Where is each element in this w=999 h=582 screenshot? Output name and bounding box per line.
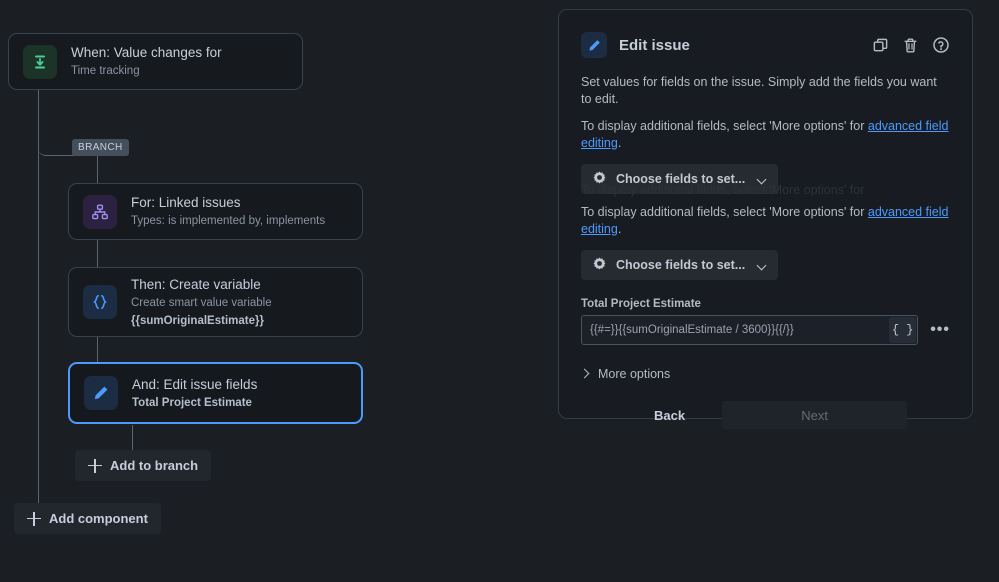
connector-branch-2	[97, 336, 98, 362]
edit-issue-config-panel: Edit issue	[558, 9, 973, 419]
add-to-branch-button[interactable]: Add to branch	[75, 450, 211, 481]
total-project-estimate-label: Total Project Estimate	[581, 298, 950, 310]
trash-icon[interactable]	[901, 36, 920, 55]
panel-description: Set values for fields on the issue. Simp…	[581, 74, 950, 108]
chevron-down-icon	[758, 175, 767, 184]
panel-hint-2: To display additional fields, select 'Mo…	[581, 204, 950, 238]
gear-icon	[592, 170, 607, 188]
add-component-label: Add component	[49, 511, 148, 526]
smart-value-button[interactable]: { }	[889, 317, 916, 343]
rule-node-for-linked-issues[interactable]: For: Linked issues Types: is implemented…	[68, 183, 363, 240]
panel-hint-prefix: To display additional fields, select 'Mo…	[581, 119, 868, 133]
rule-node-subtitle-secondary: {{sumOriginalEstimate}}	[131, 313, 272, 329]
smart-value-icon	[83, 285, 117, 319]
rule-node-title: Then: Create variable	[131, 276, 272, 293]
edit-pencil-icon	[84, 376, 118, 410]
panel-hint-1: To display additional fields, select 'Mo…	[581, 118, 950, 152]
total-project-estimate-row: {{#=}}{{sumOriginalEstimate / 3600}}{{/}…	[581, 315, 950, 345]
rule-canvas: When: Value changes for Time tracking BR…	[0, 0, 558, 582]
edit-pencil-icon	[581, 32, 607, 58]
add-component-button[interactable]: Add component	[14, 503, 161, 534]
choose-fields-label-1: Choose fields to set...	[616, 172, 745, 186]
automation-rule-builder-screen: When: Value changes for Time tracking BR…	[0, 0, 999, 582]
panel-hint-suffix: .	[618, 136, 621, 150]
connector-branch-1	[97, 240, 98, 268]
chevron-down-icon	[758, 261, 767, 270]
choose-fields-dropdown-2[interactable]: Choose fields to set...	[581, 250, 778, 280]
rule-node-subtitle: Types: is implemented by, implements	[131, 213, 325, 229]
more-options-label: More options	[598, 367, 670, 381]
panel-header-actions	[871, 36, 950, 55]
panel-header: Edit issue	[581, 30, 950, 60]
connector-to-add-branch	[132, 425, 133, 450]
linked-issues-icon	[83, 195, 117, 229]
rule-node-title: For: Linked issues	[131, 194, 325, 211]
panel-title: Edit issue	[619, 37, 690, 54]
help-icon[interactable]	[931, 36, 950, 55]
add-to-branch-label: Add to branch	[110, 458, 198, 473]
branch-label: BRANCH	[72, 139, 129, 156]
rule-node-trigger[interactable]: When: Value changes for Time tracking	[8, 33, 303, 90]
copy-icon[interactable]	[871, 36, 890, 55]
time-tracking-icon	[23, 45, 57, 79]
rule-node-edit-issue-fields[interactable]: And: Edit issue fields Total Project Est…	[68, 362, 363, 424]
rule-node-title: When: Value changes for	[71, 44, 222, 61]
panel-hint-suffix: .	[618, 222, 621, 236]
rule-node-title: And: Edit issue fields	[132, 376, 257, 393]
chevron-right-icon	[581, 370, 589, 378]
rule-node-subtitle: Total Project Estimate	[132, 395, 257, 411]
gear-icon	[592, 256, 607, 274]
back-button[interactable]: Back	[654, 408, 685, 423]
plus-icon	[88, 459, 102, 473]
total-project-estimate-value: {{#=}}{{sumOriginalEstimate / 3600}}{{/}…	[590, 324, 889, 336]
total-project-estimate-input[interactable]: {{#=}}{{sumOriginalEstimate / 3600}}{{/}…	[581, 315, 918, 345]
field-more-menu-icon[interactable]: •••	[930, 325, 950, 335]
next-button: Next	[722, 401, 907, 429]
more-options-toggle[interactable]: More options	[581, 367, 950, 381]
choose-fields-dropdown-1[interactable]: Choose fields to set...	[581, 164, 778, 194]
plus-icon	[27, 512, 41, 526]
rule-node-create-variable[interactable]: Then: Create variable Create smart value…	[68, 267, 363, 337]
rule-node-subtitle: Create smart value variable	[131, 295, 272, 311]
panel-footer: Back Next	[581, 401, 950, 429]
rule-node-subtitle: Time tracking	[71, 63, 222, 79]
choose-fields-label-2: Choose fields to set...	[616, 258, 745, 272]
panel-hint-prefix: To display additional fields, select 'Mo…	[581, 205, 868, 219]
